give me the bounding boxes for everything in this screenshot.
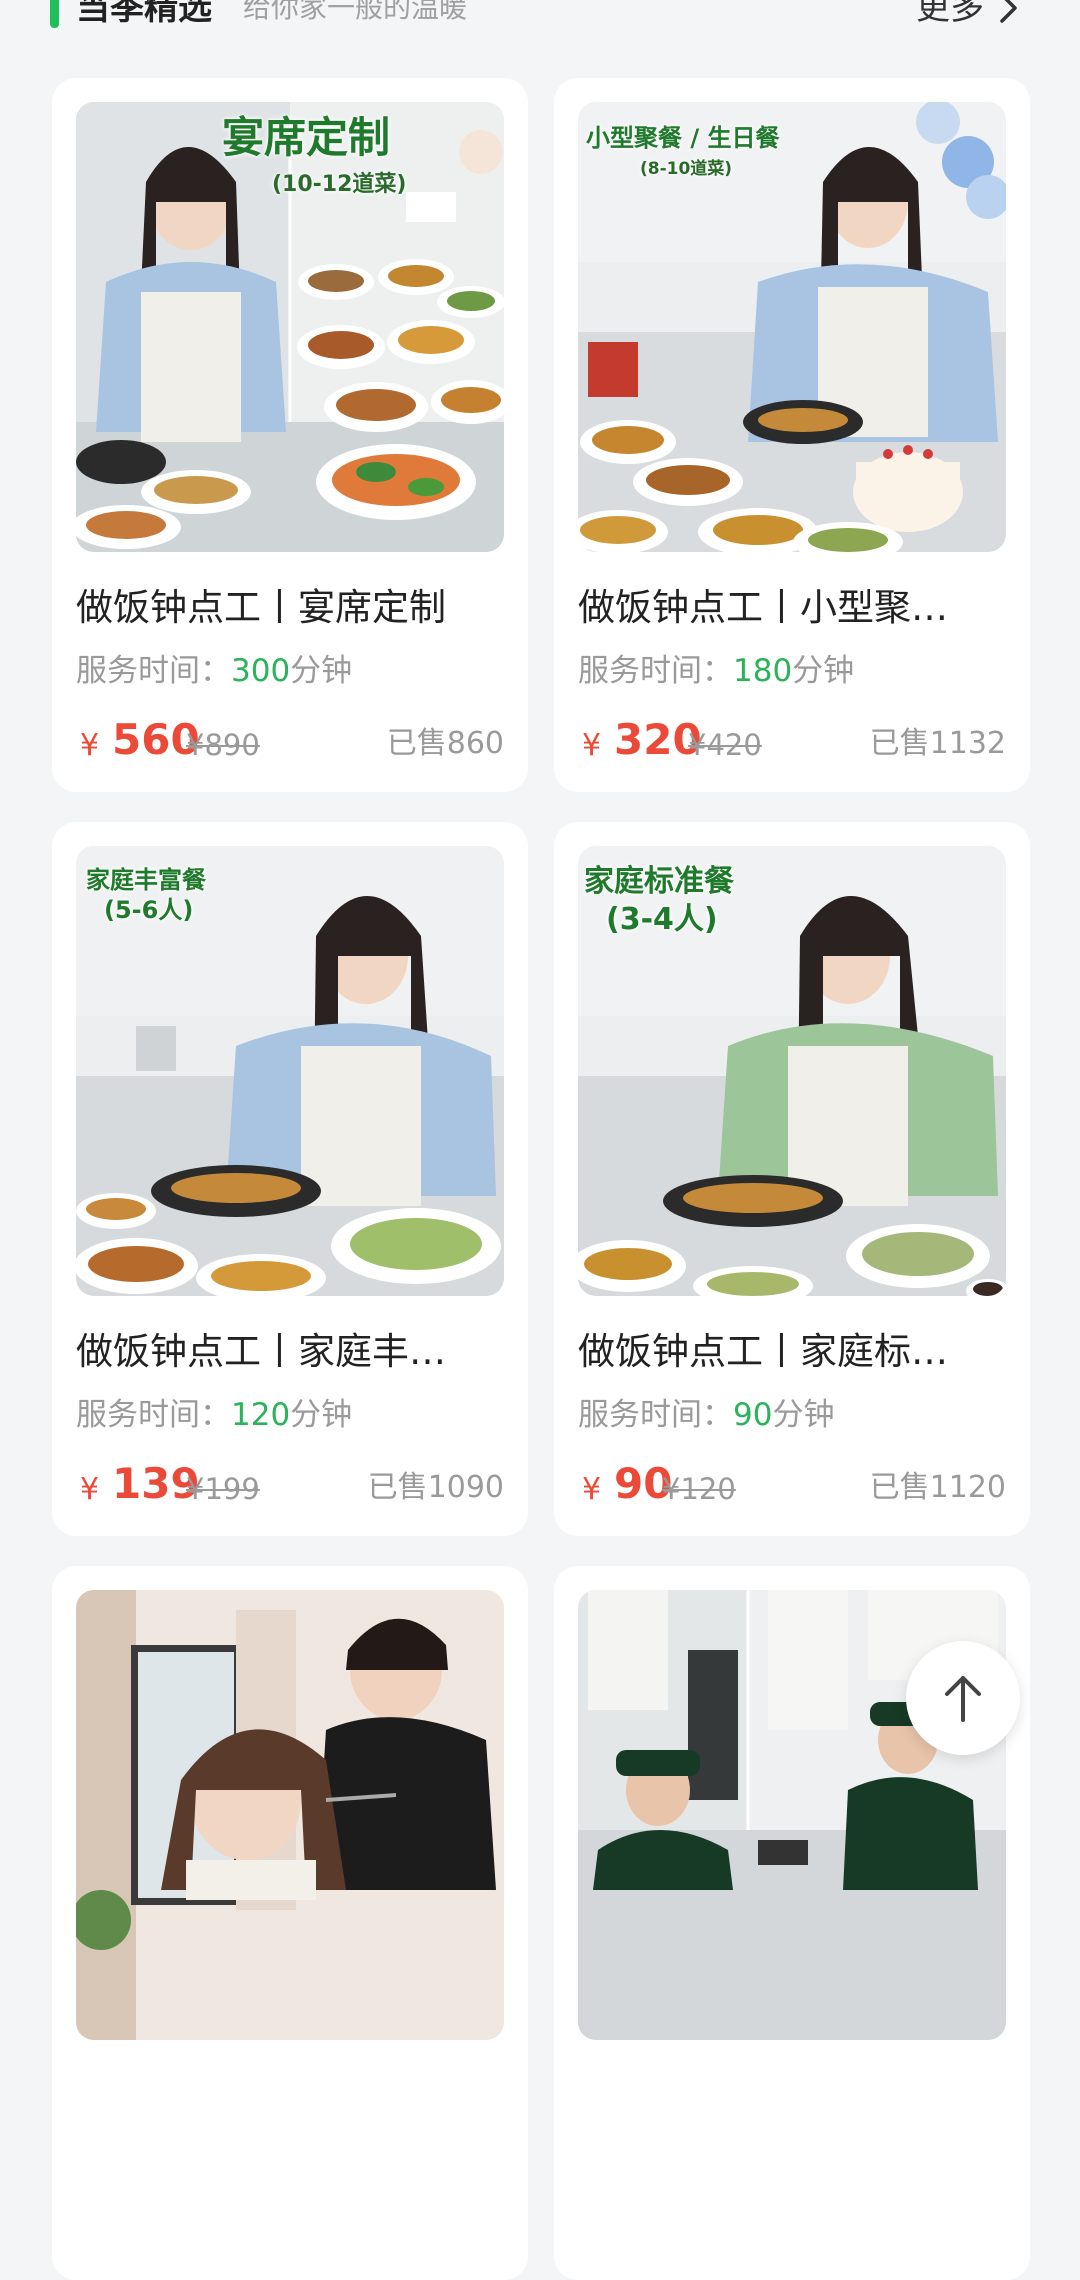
product-card-family-rich[interactable]: 家庭丰富餐 (5-6人) 做饭钟点工丨家庭丰… 服务时间：120分钟 ¥ 139… [52,822,528,1536]
currency-symbol: ¥ [582,1472,602,1507]
service-time: 服务时间：300分钟 [76,650,352,692]
service-time-value: 300 [231,653,291,689]
section-title: 当季精选 [76,0,212,28]
overlay-title: 宴席定制 [222,113,391,162]
hairdresser-photo [76,1590,504,2040]
service-time-label: 服务时间： [76,653,231,689]
overlay-title: 小型聚餐 / 生日餐 [586,124,780,152]
price-row: ¥ 320 ¥420 已售1132 [578,714,1006,770]
sold-count: 已售860 [386,726,504,761]
section-accent-bar [50,0,59,28]
product-name[interactable]: 做饭钟点工丨家庭丰… [76,1327,496,1377]
overlay-subtitle: (5-6人) [104,896,194,924]
service-time-value: 120 [231,1397,291,1433]
product-name[interactable]: 做饭钟点工丨家庭标… [578,1327,998,1377]
service-time-value: 90 [733,1397,773,1433]
chevron-right-icon [1000,0,1017,23]
product-image[interactable]: 家庭标准餐 (3-4人) [578,846,1006,1296]
service-time: 服务时间：120分钟 [76,1394,352,1436]
more-link[interactable]: 更多 [916,0,1020,30]
product-name[interactable]: 做饭钟点工丨宴席定制 [76,583,496,633]
arrow-up-icon [945,1676,981,1722]
sold-count: 已售1132 [869,726,1006,761]
sold-count: 已售1120 [869,1470,1006,1505]
more-label: 更多 [916,0,984,28]
service-time-unit: 分钟 [772,1397,835,1433]
service-time-unit: 分钟 [290,1397,353,1433]
section-subtitle: 给你家一般的温暖 [243,0,468,24]
product-card-banquet[interactable]: 宴席定制 (10-12道菜) 做饭钟点工丨宴席定制 服务时间：300分钟 ¥ 5… [52,78,528,792]
price-row: ¥ 90 ¥120 已售1120 [578,1458,1006,1514]
product-name[interactable]: 做饭钟点工丨小型聚… [578,583,998,633]
currency-symbol: ¥ [582,728,602,763]
product-image[interactable] [76,1590,504,2040]
back-to-top-button[interactable] [906,1641,1020,1755]
overlay-subtitle: (10-12道菜) [272,172,407,197]
service-time-label: 服务时间： [578,653,733,689]
product-image[interactable]: 家庭丰富餐 (5-6人) [76,846,504,1296]
service-time-unit: 分钟 [792,653,855,689]
price-row: ¥ 139 ¥199 已售1090 [76,1458,504,1514]
service-time: 服务时间：180分钟 [578,650,854,692]
product-card-small-party[interactable]: 小型聚餐 / 生日餐 (8-10道菜) 做饭钟点工丨小型聚… 服务时间：180分… [554,78,1030,792]
original-price: ¥120 [662,1472,736,1506]
price-row: ¥ 560 ¥890 已售860 [76,714,504,770]
original-price: ¥890 [186,728,260,762]
section-header: 当季精选 给你家一般的温暖 更多 [0,0,1080,50]
service-time: 服务时间：90分钟 [578,1394,834,1436]
overlay-subtitle: (3-4人) [606,902,718,937]
service-time-value: 180 [733,653,793,689]
product-card-hair-service[interactable] [52,1566,528,2280]
service-time-label: 服务时间： [76,1397,231,1433]
currency-symbol: ¥ [80,1472,100,1507]
product-image[interactable]: 宴席定制 (10-12道菜) [76,102,504,552]
product-image[interactable]: 小型聚餐 / 生日餐 (8-10道菜) [578,102,1006,552]
overlay-subtitle: (8-10道菜) [640,159,733,179]
service-time-unit: 分钟 [290,653,353,689]
service-time-label: 服务时间： [578,1397,733,1433]
sold-count: 已售1090 [367,1470,504,1505]
product-card-family-standard[interactable]: 家庭标准餐 (3-4人) 做饭钟点工丨家庭标… 服务时间：90分钟 ¥ 90 ¥… [554,822,1030,1536]
currency-symbol: ¥ [80,728,100,763]
original-price: ¥199 [186,1472,260,1506]
original-price: ¥420 [688,728,762,762]
